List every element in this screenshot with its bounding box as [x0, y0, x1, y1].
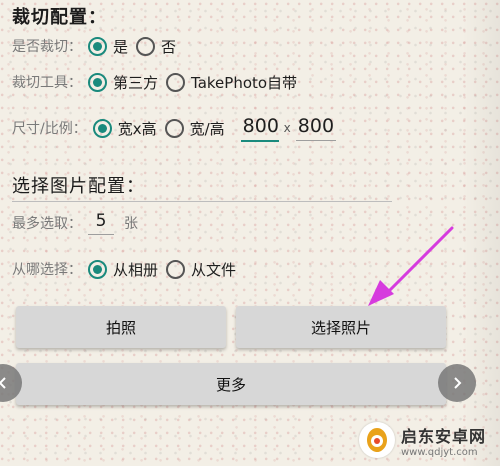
watermark-logo-icon — [358, 422, 395, 458]
watermark-url: www.qdjyt.com — [400, 446, 478, 458]
annotation-arrow-icon — [368, 226, 454, 306]
watermark-title: 启东安卓网 — [400, 426, 486, 446]
site-watermark: 启东安卓网 www.qdjyt.com — [358, 422, 486, 458]
